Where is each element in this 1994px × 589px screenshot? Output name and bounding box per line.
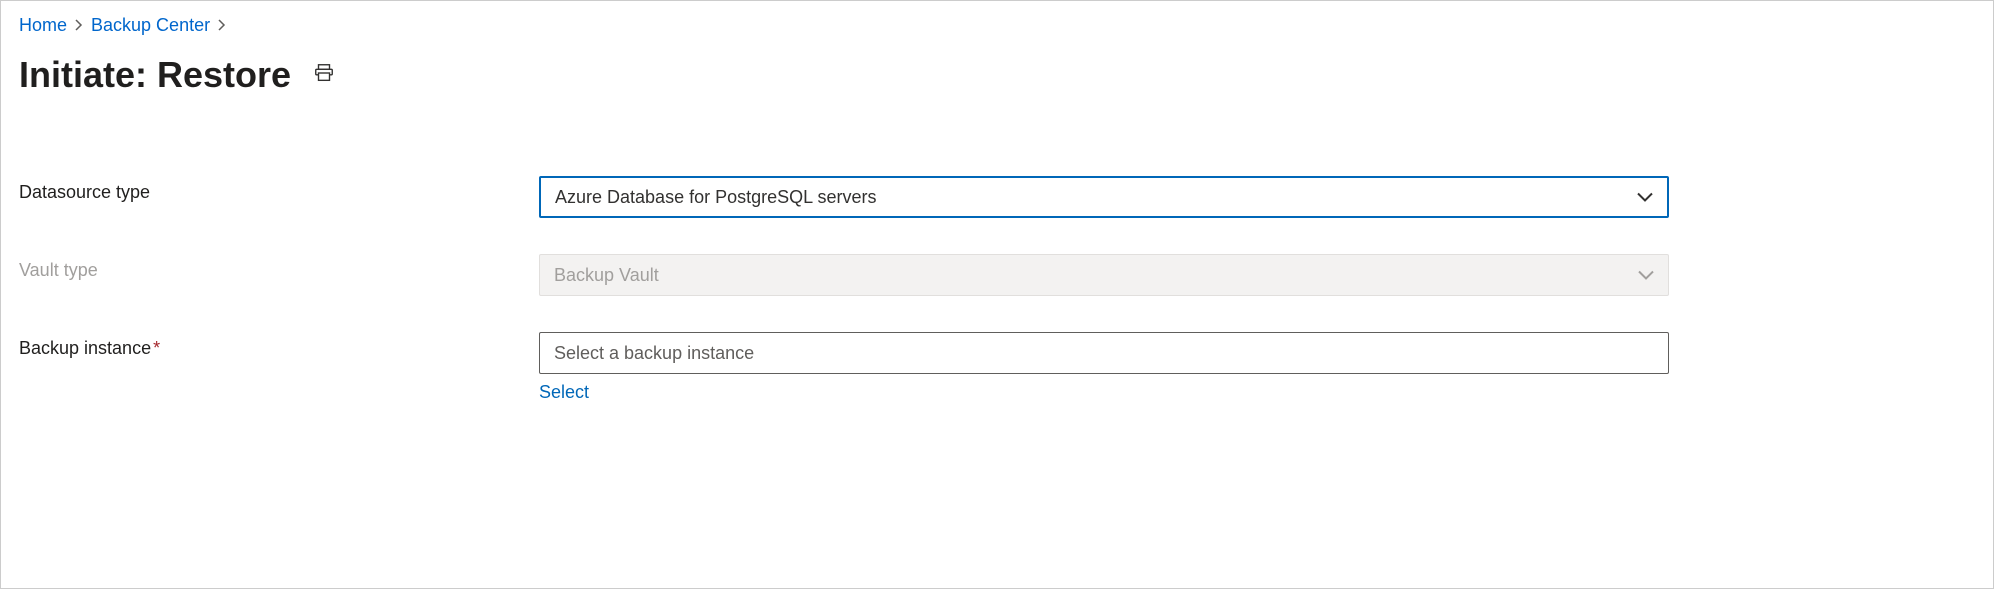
page-title: Initiate: Restore xyxy=(19,54,291,96)
required-asterisk: * xyxy=(153,338,160,358)
chevron-right-icon xyxy=(75,18,83,34)
label-backup-instance: Backup instance* xyxy=(19,332,539,359)
row-vault-type: Vault type Backup Vault xyxy=(19,254,1975,296)
breadcrumb-home[interactable]: Home xyxy=(19,15,67,36)
datasource-type-value: Azure Database for PostgreSQL servers xyxy=(555,187,876,208)
row-datasource-type: Datasource type Azure Database for Postg… xyxy=(19,176,1975,218)
vault-type-value: Backup Vault xyxy=(554,265,659,286)
label-datasource-type: Datasource type xyxy=(19,176,539,203)
backup-instance-input[interactable] xyxy=(539,332,1669,374)
row-backup-instance: Backup instance* Select xyxy=(19,332,1975,403)
print-icon[interactable] xyxy=(313,62,335,89)
chevron-down-icon xyxy=(1637,187,1653,208)
breadcrumb-backup-center[interactable]: Backup Center xyxy=(91,15,210,36)
label-vault-type: Vault type xyxy=(19,254,539,281)
vault-type-select: Backup Vault xyxy=(539,254,1669,296)
title-row: Initiate: Restore xyxy=(19,54,1975,96)
chevron-down-icon xyxy=(1638,265,1654,286)
chevron-right-icon xyxy=(218,18,226,34)
breadcrumb: Home Backup Center xyxy=(19,15,1975,36)
backup-instance-select-link[interactable]: Select xyxy=(539,382,589,403)
datasource-type-select[interactable]: Azure Database for PostgreSQL servers xyxy=(539,176,1669,218)
